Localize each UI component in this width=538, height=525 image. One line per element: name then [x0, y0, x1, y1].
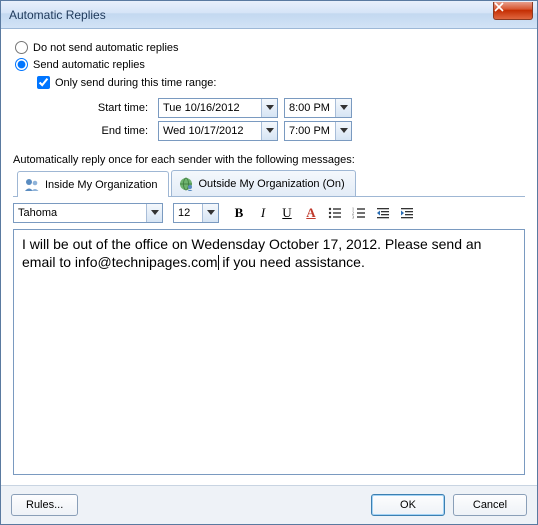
check-only-send-input[interactable] — [37, 76, 50, 89]
people-inside-icon — [24, 177, 40, 193]
message-editor[interactable]: I will be out of the office on Wedensday… — [13, 229, 525, 475]
window-title: Automatic Replies — [9, 8, 106, 22]
close-button[interactable] — [493, 2, 533, 20]
font-combo[interactable]: Tahoma — [13, 203, 163, 223]
numbered-list-icon: 1 2 3 — [352, 206, 366, 220]
chevron-down-icon — [266, 128, 274, 134]
start-time-label: Start time: — [83, 102, 158, 114]
font-value: Tahoma — [18, 207, 57, 219]
start-time-combo[interactable]: 8:00 PM — [284, 98, 352, 118]
editor-text-after: if you need assistance. — [219, 254, 365, 270]
increase-indent-button[interactable] — [397, 203, 417, 223]
size-value: 12 — [178, 207, 190, 219]
chevron-down-icon — [207, 210, 215, 216]
start-time-dropdown[interactable] — [335, 99, 351, 117]
start-time-value: 8:00 PM — [289, 102, 330, 114]
chevron-down-icon — [340, 105, 348, 111]
numbered-list-button[interactable]: 1 2 3 — [349, 203, 369, 223]
close-icon — [494, 2, 504, 12]
underline-button[interactable]: U — [277, 203, 297, 223]
indent-icon — [400, 206, 414, 220]
titlebar: Automatic Replies — [1, 1, 537, 29]
cancel-button[interactable]: Cancel — [453, 494, 527, 516]
bold-button[interactable]: B — [229, 203, 249, 223]
check-only-send-label: Only send during this time range: — [55, 77, 216, 89]
size-dropdown[interactable] — [202, 204, 218, 222]
start-date-combo[interactable]: Tue 10/16/2012 — [158, 98, 278, 118]
bulleted-list-button[interactable] — [325, 203, 345, 223]
end-time-combo[interactable]: 7:00 PM — [284, 121, 352, 141]
end-date-combo[interactable]: Wed 10/17/2012 — [158, 121, 278, 141]
end-date-value: Wed 10/17/2012 — [163, 125, 244, 137]
end-time-label: End time: — [83, 125, 158, 137]
chevron-down-icon — [340, 128, 348, 134]
radio-send-input[interactable] — [15, 58, 28, 71]
radio-send-label: Send automatic replies — [33, 59, 145, 71]
start-date-dropdown[interactable] — [261, 99, 277, 117]
radio-dont-send-label: Do not send automatic replies — [33, 42, 179, 54]
dialog-footer: Rules... OK Cancel — [1, 485, 537, 524]
radio-send[interactable]: Send automatic replies — [13, 58, 525, 71]
end-time-dropdown[interactable] — [335, 122, 351, 140]
rules-button[interactable]: Rules... — [11, 494, 78, 516]
tab-outside-org[interactable]: Outside My Organization (On) — [171, 170, 356, 196]
section-label: Automatically reply once for each sender… — [13, 154, 525, 166]
decrease-indent-button[interactable] — [373, 203, 393, 223]
chevron-down-icon — [151, 210, 159, 216]
tab-inside-org[interactable]: Inside My Organization — [17, 171, 169, 197]
font-color-button[interactable]: A — [301, 203, 321, 223]
svg-text:3: 3 — [352, 215, 354, 220]
size-combo[interactable]: 12 — [173, 203, 219, 223]
tab-inside-label: Inside My Organization — [45, 179, 158, 191]
end-date-dropdown[interactable] — [261, 122, 277, 140]
radio-dont-send[interactable]: Do not send automatic replies — [13, 41, 525, 54]
globe-people-icon — [178, 176, 194, 192]
start-date-value: Tue 10/16/2012 — [163, 102, 240, 114]
bulleted-list-icon — [328, 206, 342, 220]
italic-button[interactable]: I — [253, 203, 273, 223]
outdent-icon — [376, 206, 390, 220]
tabs: Inside My Organization Outside My Organi… — [13, 170, 525, 197]
radio-dont-send-input[interactable] — [15, 41, 28, 54]
font-dropdown[interactable] — [146, 204, 162, 222]
check-only-send[interactable]: Only send during this time range: — [37, 76, 525, 89]
chevron-down-icon — [266, 105, 274, 111]
format-toolbar: Tahoma 12 B I U A — [13, 197, 525, 229]
ok-button[interactable]: OK — [371, 494, 445, 516]
tab-outside-label: Outside My Organization (On) — [199, 178, 345, 190]
end-time-value: 7:00 PM — [289, 125, 330, 137]
